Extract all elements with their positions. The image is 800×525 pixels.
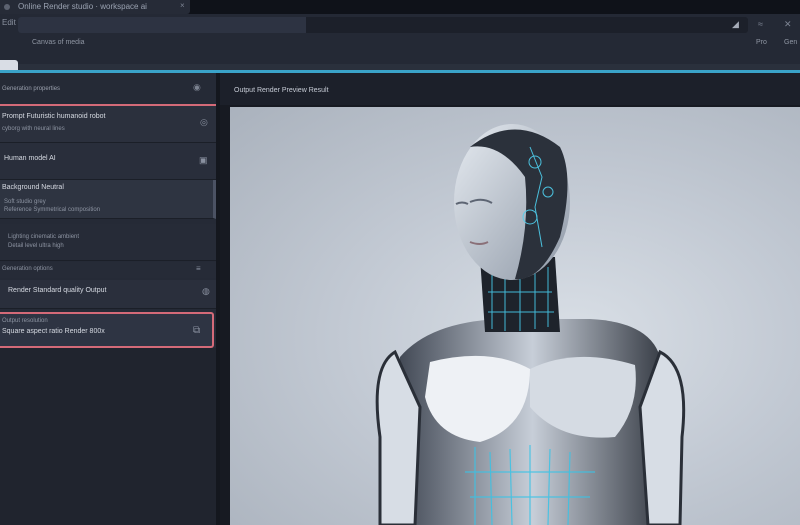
prompt-card-title: Prompt Futuristic humanoid robot [2, 113, 106, 120]
close-tab-icon[interactable]: × [180, 1, 185, 10]
square-icon[interactable]: ▣ [199, 155, 208, 166]
sidebar-empty-area [0, 348, 216, 525]
menu-icon[interactable]: ≈ [758, 19, 763, 29]
close-icon[interactable]: ✕ [784, 19, 792, 30]
background-card-sub2: Reference Symmetrical composition [4, 207, 101, 213]
list-icon[interactable]: ≡ [196, 264, 201, 273]
prompt-card-sub: cyborg with neural lines [2, 126, 65, 132]
nav-label[interactable]: Edit [2, 18, 16, 27]
prompt-card[interactable] [0, 106, 216, 143]
rendered-image[interactable] [230, 107, 800, 525]
bookmark-link[interactable]: Canvas of media [32, 39, 85, 46]
bookmark-button-pro[interactable]: Pro [756, 39, 767, 46]
background-card-sub: Soft studio grey [4, 199, 46, 205]
lighting-card-sub: Lighting cinematic ambient [8, 234, 80, 240]
background-card-title: Background Neutral [2, 184, 64, 191]
bookmark-button-gen[interactable]: Gen [784, 39, 797, 46]
crop-icon[interactable]: ⧉ [193, 325, 200, 336]
globe-icon[interactable]: ◍ [202, 286, 210, 297]
address-bar-selection [18, 17, 306, 33]
robot-illustration [375, 124, 686, 525]
sidebar-header-label: Generation properties [2, 86, 61, 92]
sidebar-header [0, 78, 216, 106]
extension-icon[interactable]: ◢ [732, 19, 739, 30]
target-icon[interactable]: ◎ [200, 117, 208, 128]
options-row-label: Generation options [2, 266, 53, 272]
output-card-title: Square aspect ratio Render 800x [2, 328, 105, 335]
favicon-icon [4, 4, 10, 10]
output-card-sub: Output resolution [2, 318, 48, 324]
lighting-card-sub2: Detail level ultra high [8, 243, 64, 249]
render-card-title: Render Standard quality Output [8, 287, 107, 294]
model-card-title: Human model AI [4, 155, 56, 162]
settings-icon[interactable]: ◉ [193, 82, 201, 93]
main-title: Output Render Preview Result [234, 87, 329, 94]
tab-title[interactable]: Online Render studio · workspace ai [18, 2, 147, 11]
render-card[interactable] [0, 280, 216, 309]
